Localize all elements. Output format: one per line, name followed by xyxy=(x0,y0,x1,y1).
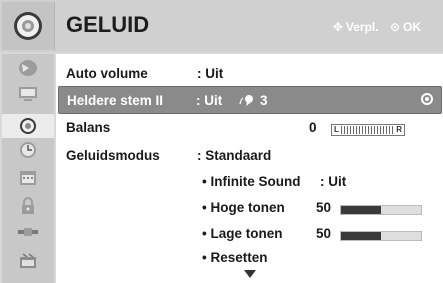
reset-label: • Resetten xyxy=(202,250,268,265)
picture-icon xyxy=(19,60,37,76)
balance-right-label: R xyxy=(396,125,402,134)
speaker-icon xyxy=(20,118,36,134)
scroll-down-arrow-icon[interactable] xyxy=(244,270,256,278)
balance-row[interactable]: Balans 0 L R xyxy=(56,114,443,140)
balance-slider[interactable]: L R xyxy=(331,124,405,136)
auto-volume-row[interactable]: Auto volume : Uit xyxy=(56,60,443,86)
bass-label: • Lage tonen xyxy=(202,226,283,241)
treble-slider-fill xyxy=(341,206,381,214)
page-title: GELUID xyxy=(66,12,150,37)
sound-menu-osd: GELUID ✥ Verpl. ⊙ OK Auto volume: Uit H… xyxy=(0,0,443,283)
infinite-sound-value: : Uit xyxy=(320,174,347,189)
infinite-sound-label: • Infinite Sound xyxy=(202,174,301,189)
clear-voice-level: 3 xyxy=(260,93,268,108)
clear-voice-label: Heldere stem II xyxy=(67,93,164,108)
sidebar-item-sound[interactable] xyxy=(2,114,54,138)
balance-left-label: L xyxy=(334,125,339,134)
clear-voice-row[interactable]: Heldere stem II : Uit 3 xyxy=(58,86,442,114)
sidebar-item-time[interactable] xyxy=(2,138,54,162)
infinite-sound-row[interactable]: • Infinite Sound : Uit xyxy=(56,168,443,194)
menu-header: GELUID ✥ Verpl. ⊙ OK xyxy=(0,0,443,52)
category-sidebar xyxy=(2,54,54,283)
treble-value: 50 xyxy=(316,200,332,215)
ok-hint: OK xyxy=(403,20,421,34)
clear-voice-value: : Uit xyxy=(196,93,223,108)
auto-volume-value: : Uit xyxy=(197,66,224,81)
treble-slider[interactable] xyxy=(340,205,422,215)
bass-value: 50 xyxy=(316,226,332,241)
settings-panel: Auto volume : Uit Heldere stem II : Uit … xyxy=(56,54,443,283)
header-icon-box xyxy=(2,2,55,50)
auto-volume-label: Auto volume xyxy=(66,66,148,81)
balance-value: 0 xyxy=(309,120,317,135)
sidebar-item-monitor[interactable] xyxy=(2,82,54,106)
sidebar-item-schedule[interactable] xyxy=(2,166,54,190)
sidebar-item-input[interactable] xyxy=(2,220,54,244)
bass-slider[interactable] xyxy=(340,231,422,241)
balance-ticks xyxy=(341,126,395,134)
sidebar-item-picture[interactable] xyxy=(2,56,54,80)
clock-icon xyxy=(20,142,36,158)
sound-mode-row[interactable]: Geluidsmodus : Standaard xyxy=(56,142,443,168)
reset-row[interactable]: • Resetten xyxy=(56,244,443,270)
navigation-hint: ✥ Verpl. ⊙ OK xyxy=(330,20,421,34)
usb-icon xyxy=(20,253,36,268)
speaker-icon xyxy=(14,12,42,40)
dpad-arrows-icon: ✥ xyxy=(332,20,343,34)
sidebar-item-usb[interactable] xyxy=(2,250,54,274)
treble-label: • Hoge tonen xyxy=(202,200,285,215)
calendar-icon xyxy=(20,171,36,185)
selected-radio-icon xyxy=(421,93,433,105)
input-plug-icon xyxy=(18,228,38,236)
lock-icon xyxy=(22,197,34,214)
ok-circle-icon: ⊙ xyxy=(389,20,400,34)
bass-slider-fill xyxy=(341,232,381,240)
balance-label: Balans xyxy=(66,120,111,135)
move-hint: Verpl. xyxy=(345,20,379,34)
sidebar-item-lock[interactable] xyxy=(2,194,54,218)
voice-icon xyxy=(239,93,255,110)
sound-mode-value: : Standaard xyxy=(197,148,272,163)
treble-row[interactable]: • Hoge tonen 50 xyxy=(56,194,443,220)
bass-row[interactable]: • Lage tonen 50 xyxy=(56,220,443,246)
sound-mode-label: Geluidsmodus xyxy=(66,148,160,163)
monitor-icon xyxy=(19,87,37,101)
